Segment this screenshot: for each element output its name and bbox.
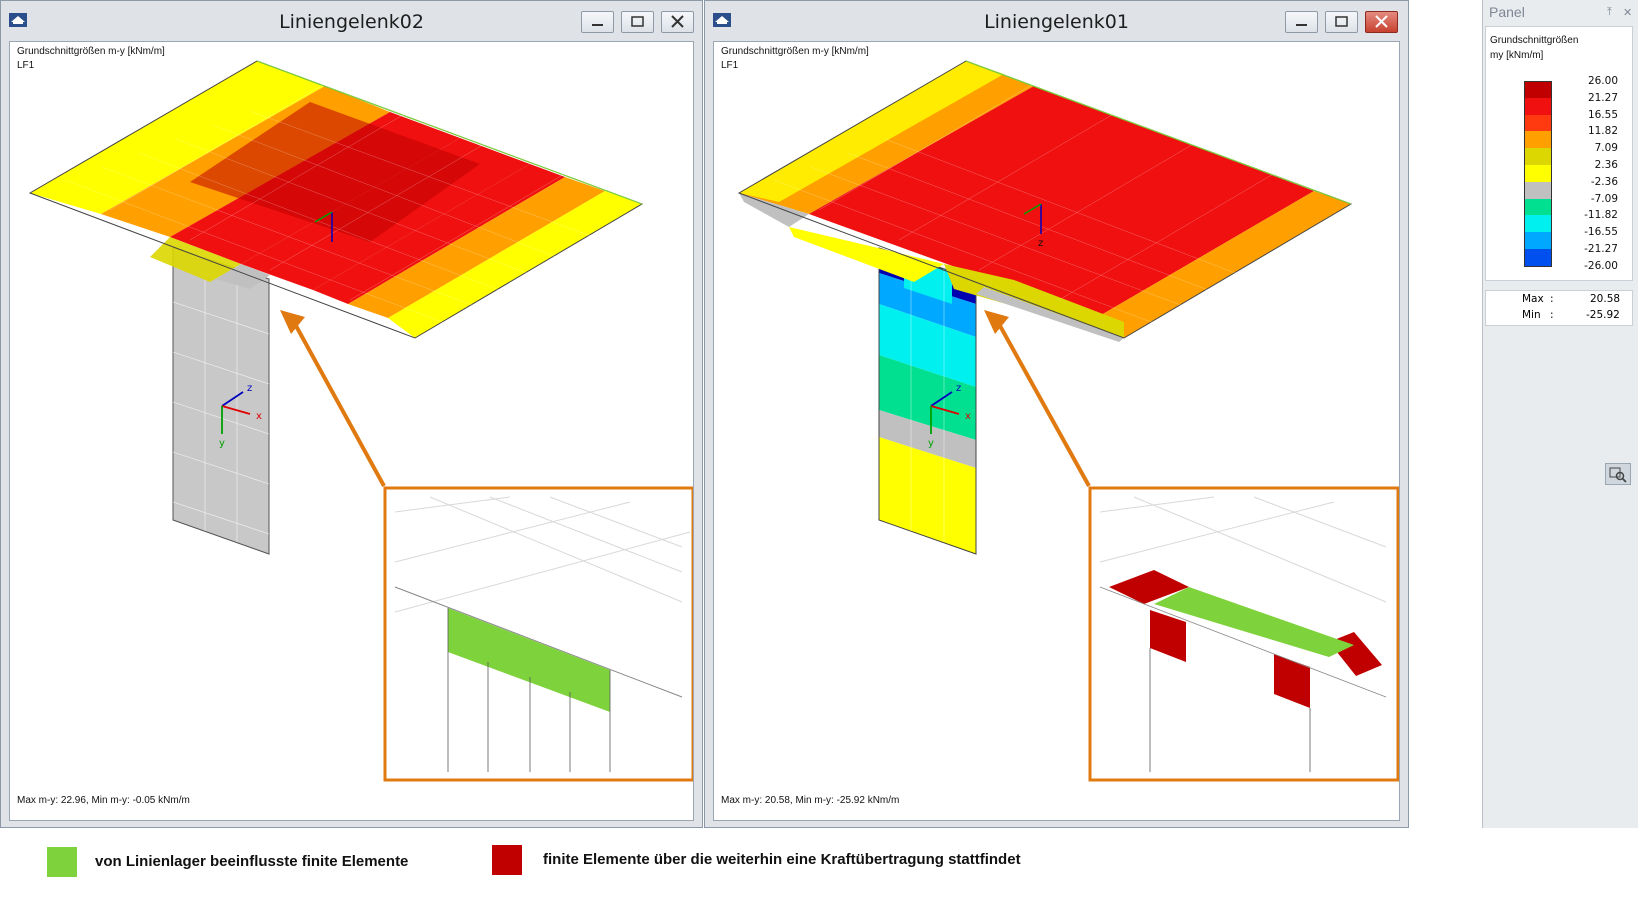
axis-x-label: x	[965, 411, 971, 422]
red-legend-label: finite Elemente über die weiterhin eine …	[543, 851, 1021, 868]
green-swatch	[47, 847, 77, 877]
panel-stats: Max : 20.58 Min : -25.92	[1485, 290, 1633, 326]
legend-color-swatch	[1524, 181, 1552, 199]
max-value: 20.58	[1590, 293, 1621, 305]
title-bar[interactable]: Liniengelenk01	[705, 1, 1408, 41]
legend-value: -7.09	[1590, 192, 1618, 205]
min-label: Min	[1522, 309, 1541, 321]
close-icon	[671, 15, 684, 28]
restore-icon	[631, 16, 644, 27]
legend-heading-unit: my [kNm/m]	[1490, 50, 1544, 61]
maximize-button[interactable]	[1325, 11, 1358, 33]
legend-value: 26.00	[1587, 75, 1618, 87]
legend-value: -26.00	[1584, 259, 1618, 272]
legend-value: 11.82	[1587, 125, 1618, 138]
axis-z-label: z	[956, 383, 961, 394]
legend-value: 21.27	[1587, 91, 1618, 104]
legend-color-swatch	[1524, 165, 1552, 182]
min-max-footer: Max m-y: 22.96, Min m-y: -0.05 kNm/m	[17, 795, 190, 806]
red-swatch	[492, 845, 522, 875]
color-legend: Grundschnittgrößen my [kNm/m] 26.00 21.27…	[1485, 26, 1633, 281]
callout-arrow	[984, 310, 1091, 487]
panel-title: Panel	[1489, 4, 1525, 20]
axis-y-label: y	[219, 438, 225, 449]
green-legend-label: von Linienlager beeinflusste finite Elem…	[95, 853, 409, 870]
legend-color-swatch	[1524, 81, 1552, 99]
restore-icon	[1335, 16, 1348, 27]
axis-x-label: x	[256, 411, 262, 422]
pin-icon[interactable]: ⤒	[1607, 6, 1612, 19]
detail-inset	[383, 486, 693, 782]
model-graphic: z x y	[28, 60, 693, 782]
minimize-button[interactable]	[1285, 11, 1318, 33]
legend-color-swatch	[1524, 265, 1552, 267]
magnifier-icon	[1609, 467, 1627, 483]
legend-color-swatch	[1524, 249, 1552, 266]
legend-value: 2.36	[1594, 159, 1618, 171]
legend-value: -21.27	[1584, 243, 1618, 255]
min-value: -25.92	[1586, 309, 1620, 321]
results-panel: Panel ⤒ ✕ Grundschnittgrößen my [kNm/m] …	[1482, 0, 1638, 828]
zoom-tool-button[interactable]	[1605, 463, 1631, 485]
legend-heading: Grundschnittgrößen my [kNm/m]	[1490, 33, 1578, 63]
detail-inset	[1088, 486, 1399, 782]
minimize-button[interactable]	[581, 11, 614, 33]
callout-arrow	[280, 310, 386, 487]
legend-color-swatch	[1524, 148, 1552, 166]
min-colon: :	[1550, 309, 1554, 321]
max-colon: :	[1550, 293, 1554, 305]
title-bar[interactable]: Liniengelenk02	[1, 1, 702, 41]
column-surface	[172, 247, 270, 555]
minimize-icon	[592, 24, 603, 26]
max-label: Max	[1522, 293, 1544, 305]
legend-color-swatch	[1524, 198, 1552, 216]
close-button[interactable]	[1365, 11, 1398, 33]
legend-color-swatch	[1524, 215, 1552, 233]
legend-value: -2.36	[1590, 175, 1618, 188]
model-viewport[interactable]: Grundschnittgrößen m-y [kNm/m] LF1 z x y…	[713, 41, 1400, 821]
minimize-icon	[1296, 24, 1307, 26]
close-icon	[1375, 15, 1388, 28]
axis-y-label: y	[928, 438, 934, 449]
legend-color-swatch	[1524, 232, 1552, 250]
axis-z-label: z	[247, 383, 252, 394]
slab-axis-z-label: z	[1038, 238, 1043, 249]
window-liniengelenk02: Liniengelenk02 Grundschnittgrößen m-y [k…	[0, 0, 703, 828]
close-button[interactable]	[661, 11, 694, 33]
close-icon[interactable]: ✕	[1623, 6, 1632, 19]
legend-color-swatch	[1524, 97, 1552, 115]
min-row: Min : -25.92	[1486, 309, 1632, 325]
legend-value: 7.09	[1594, 142, 1618, 155]
min-max-footer: Max m-y: 20.58, Min m-y: -25.92 kNm/m	[721, 795, 900, 806]
legend-value: -11.82	[1584, 209, 1618, 222]
legend-value: 16.55	[1587, 108, 1618, 121]
model-graphic: z x y z	[737, 60, 1399, 782]
model-viewport[interactable]: Grundschnittgrößen m-y [kNm/m] LF1 z x y…	[9, 41, 694, 821]
legend-color-swatch	[1524, 131, 1552, 149]
max-row: Max : 20.58	[1486, 293, 1632, 309]
legend-color-swatch	[1524, 114, 1552, 132]
maximize-button[interactable]	[621, 11, 654, 33]
legend-value: -16.55	[1584, 226, 1618, 239]
legend-heading-line1: Grundschnittgrößen	[1490, 35, 1579, 46]
window-liniengelenk01: Liniengelenk01 Grundschnittgrößen m-y [k…	[704, 0, 1409, 828]
